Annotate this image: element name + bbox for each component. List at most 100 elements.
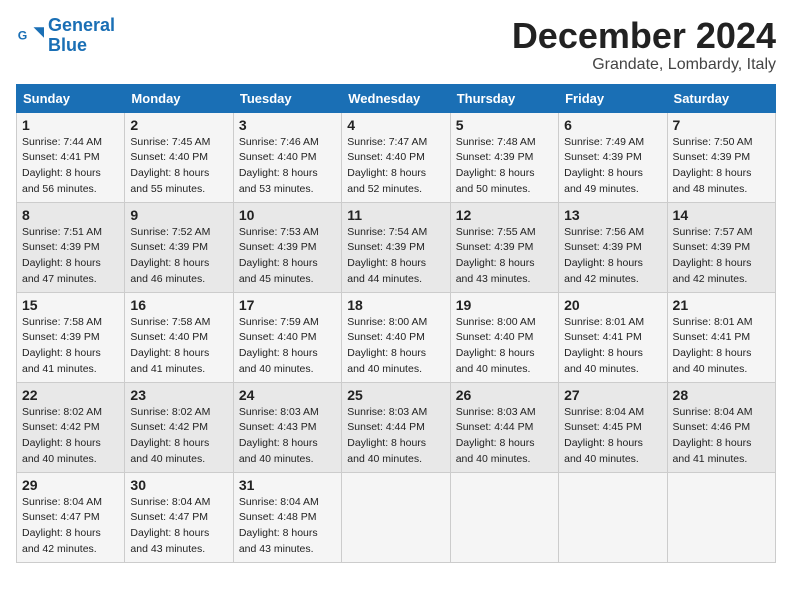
sunset-label: Sunset: 4:47 PM — [130, 511, 208, 523]
sunset-label: Sunset: 4:39 PM — [564, 151, 642, 163]
day-info: Sunrise: 7:48 AMSunset: 4:39 PMDaylight:… — [456, 135, 553, 198]
weekday-header-friday: Friday — [559, 84, 667, 112]
day-info: Sunrise: 7:46 AMSunset: 4:40 PMDaylight:… — [239, 135, 336, 198]
logo-icon: G — [16, 22, 44, 50]
daylight-label: Daylight: 8 hours and 56 minutes. — [22, 167, 101, 195]
day-info: Sunrise: 8:03 AMSunset: 4:44 PMDaylight:… — [456, 405, 553, 468]
sunrise-label: Sunrise: 8:01 AM — [564, 316, 644, 328]
day-info: Sunrise: 7:58 AMSunset: 4:40 PMDaylight:… — [130, 315, 227, 378]
day-number: 2 — [130, 117, 227, 133]
day-number: 23 — [130, 387, 227, 403]
daylight-label: Daylight: 8 hours and 43 minutes. — [456, 257, 535, 285]
calendar-day: 28Sunrise: 8:04 AMSunset: 4:46 PMDayligh… — [667, 382, 775, 472]
sunrise-label: Sunrise: 7:57 AM — [673, 226, 753, 238]
sunrise-label: Sunrise: 7:48 AM — [456, 136, 536, 148]
day-info: Sunrise: 8:01 AMSunset: 4:41 PMDaylight:… — [564, 315, 661, 378]
weekday-header-sunday: Sunday — [17, 84, 125, 112]
calendar-day: 20 Sunrise: 8:01 AMSunset: 4:41 PMDayligh… — [559, 292, 667, 382]
calendar-day: 30Sunrise: 8:04 AMSunset: 4:47 PMDayligh… — [125, 472, 233, 562]
day-number: 31 — [239, 477, 336, 493]
sunset-label: Sunset: 4:42 PM — [130, 421, 208, 433]
calendar-day: 8 Sunrise: 7:51 AMSunset: 4:39 PMDaylight… — [17, 202, 125, 292]
logo-line2: Blue — [48, 35, 87, 55]
day-info: Sunrise: 8:00 AMSunset: 4:40 PMDaylight:… — [456, 315, 553, 378]
day-info: Sunrise: 8:02 AMSunset: 4:42 PMDaylight:… — [22, 405, 119, 468]
calendar-day: 22Sunrise: 8:02 AMSunset: 4:42 PMDayligh… — [17, 382, 125, 472]
calendar-day: 18Sunrise: 8:00 AMSunset: 4:40 PMDayligh… — [342, 292, 450, 382]
calendar-day: 12 Sunrise: 7:55 AMSunset: 4:39 PMDayligh… — [450, 202, 558, 292]
daylight-label: Daylight: 8 hours and 40 minutes. — [239, 437, 318, 465]
sunset-label: Sunset: 4:48 PM — [239, 511, 317, 523]
calendar-day: 17Sunrise: 7:59 AMSunset: 4:40 PMDayligh… — [233, 292, 341, 382]
daylight-label: Daylight: 8 hours and 45 minutes. — [239, 257, 318, 285]
sunrise-label: Sunrise: 7:46 AM — [239, 136, 319, 148]
sunrise-label: Sunrise: 7:45 AM — [130, 136, 210, 148]
calendar-day: 26Sunrise: 8:03 AMSunset: 4:44 PMDayligh… — [450, 382, 558, 472]
sunset-label: Sunset: 4:46 PM — [673, 421, 751, 433]
sunrise-label: Sunrise: 7:56 AM — [564, 226, 644, 238]
day-info: Sunrise: 7:55 AMSunset: 4:39 PMDaylight:… — [456, 225, 553, 288]
daylight-label: Daylight: 8 hours and 49 minutes. — [564, 167, 643, 195]
day-info: Sunrise: 7:54 AMSunset: 4:39 PMDaylight:… — [347, 225, 444, 288]
daylight-label: Daylight: 8 hours and 41 minutes. — [130, 347, 209, 375]
calendar-week-1: 1Sunrise: 7:44 AMSunset: 4:41 PMDaylight… — [17, 112, 776, 202]
day-number: 20 — [564, 297, 661, 313]
day-info: Sunrise: 7:58 AMSunset: 4:39 PMDaylight:… — [22, 315, 119, 378]
sunrise-label: Sunrise: 8:03 AM — [347, 406, 427, 418]
sunset-label: Sunset: 4:40 PM — [347, 331, 425, 343]
sunset-label: Sunset: 4:39 PM — [673, 241, 751, 253]
sunset-label: Sunset: 4:40 PM — [130, 151, 208, 163]
daylight-label: Daylight: 8 hours and 52 minutes. — [347, 167, 426, 195]
day-number: 5 — [456, 117, 553, 133]
sunrise-label: Sunrise: 7:44 AM — [22, 136, 102, 148]
sunset-label: Sunset: 4:39 PM — [564, 241, 642, 253]
day-info: Sunrise: 7:45 AMSunset: 4:40 PMDaylight:… — [130, 135, 227, 198]
calendar-day: 3Sunrise: 7:46 AMSunset: 4:40 PMDaylight… — [233, 112, 341, 202]
sunset-label: Sunset: 4:41 PM — [673, 331, 751, 343]
calendar-table: SundayMondayTuesdayWednesdayThursdayFrid… — [16, 84, 776, 563]
sunset-label: Sunset: 4:43 PM — [239, 421, 317, 433]
sunset-label: Sunset: 4:39 PM — [456, 151, 534, 163]
calendar-day: 13Sunrise: 7:56 AMSunset: 4:39 PMDayligh… — [559, 202, 667, 292]
day-number: 19 — [456, 297, 553, 313]
day-number: 14 — [673, 207, 770, 223]
daylight-label: Daylight: 8 hours and 40 minutes. — [130, 437, 209, 465]
daylight-label: Daylight: 8 hours and 43 minutes. — [239, 527, 318, 555]
daylight-label: Daylight: 8 hours and 40 minutes. — [456, 347, 535, 375]
day-info: Sunrise: 7:51 AMSunset: 4:39 PMDaylight:… — [22, 225, 119, 288]
daylight-label: Daylight: 8 hours and 46 minutes. — [130, 257, 209, 285]
daylight-label: Daylight: 8 hours and 42 minutes. — [673, 257, 752, 285]
day-info: Sunrise: 7:44 AM Sunset: 4:41 PM Daylight:… — [22, 135, 119, 198]
day-info: Sunrise: 7:59 AMSunset: 4:40 PMDaylight:… — [239, 315, 336, 378]
day-number: 28 — [673, 387, 770, 403]
weekday-header-saturday: Saturday — [667, 84, 775, 112]
day-number: 8 — [22, 207, 119, 223]
calendar-day — [559, 472, 667, 562]
day-number: 10 — [239, 207, 336, 223]
day-info: Sunrise: 8:03 AMSunset: 4:44 PMDaylight:… — [347, 405, 444, 468]
sunrise-label: Sunrise: 8:03 AM — [456, 406, 536, 418]
calendar-day: 2Sunrise: 7:45 AMSunset: 4:40 PMDaylight… — [125, 112, 233, 202]
day-info: Sunrise: 8:04 AMSunset: 4:47 PMDaylight:… — [130, 495, 227, 558]
day-info: Sunrise: 8:04 AMSunset: 4:45 PMDaylight:… — [564, 405, 661, 468]
sunset-label: Sunset: 4:39 PM — [239, 241, 317, 253]
day-info: Sunrise: 8:00 AMSunset: 4:40 PMDaylight:… — [347, 315, 444, 378]
calendar-day: 19 Sunrise: 8:00 AMSunset: 4:40 PMDayligh… — [450, 292, 558, 382]
weekday-header-tuesday: Tuesday — [233, 84, 341, 112]
sunset-label: Sunset: 4:44 PM — [456, 421, 534, 433]
sunrise-label: Sunrise: 8:03 AM — [239, 406, 319, 418]
sunset-label: Sunset: 4:47 PM — [22, 511, 100, 523]
day-info: Sunrise: 7:57 AM Sunset: 4:39 PM Daylight:… — [673, 225, 770, 288]
sunset-label: Sunset: 4:39 PM — [673, 151, 751, 163]
sunrise-label: Sunrise: 8:02 AM — [22, 406, 102, 418]
weekday-header-monday: Monday — [125, 84, 233, 112]
sunset-label: Sunset: 4:39 PM — [130, 241, 208, 253]
day-number: 12 — [456, 207, 553, 223]
calendar-day: 6Sunrise: 7:49 AMSunset: 4:39 PMDaylight… — [559, 112, 667, 202]
calendar-day — [667, 472, 775, 562]
sunset-label: Sunset: 4:41 PM — [22, 151, 100, 163]
calendar-week-3: 15Sunrise: 7:58 AMSunset: 4:39 PMDayligh… — [17, 292, 776, 382]
daylight-label: Daylight: 8 hours and 41 minutes. — [22, 347, 101, 375]
daylight-label: Daylight: 8 hours and 40 minutes. — [564, 437, 643, 465]
daylight-label: Daylight: 8 hours and 41 minutes. — [673, 437, 752, 465]
